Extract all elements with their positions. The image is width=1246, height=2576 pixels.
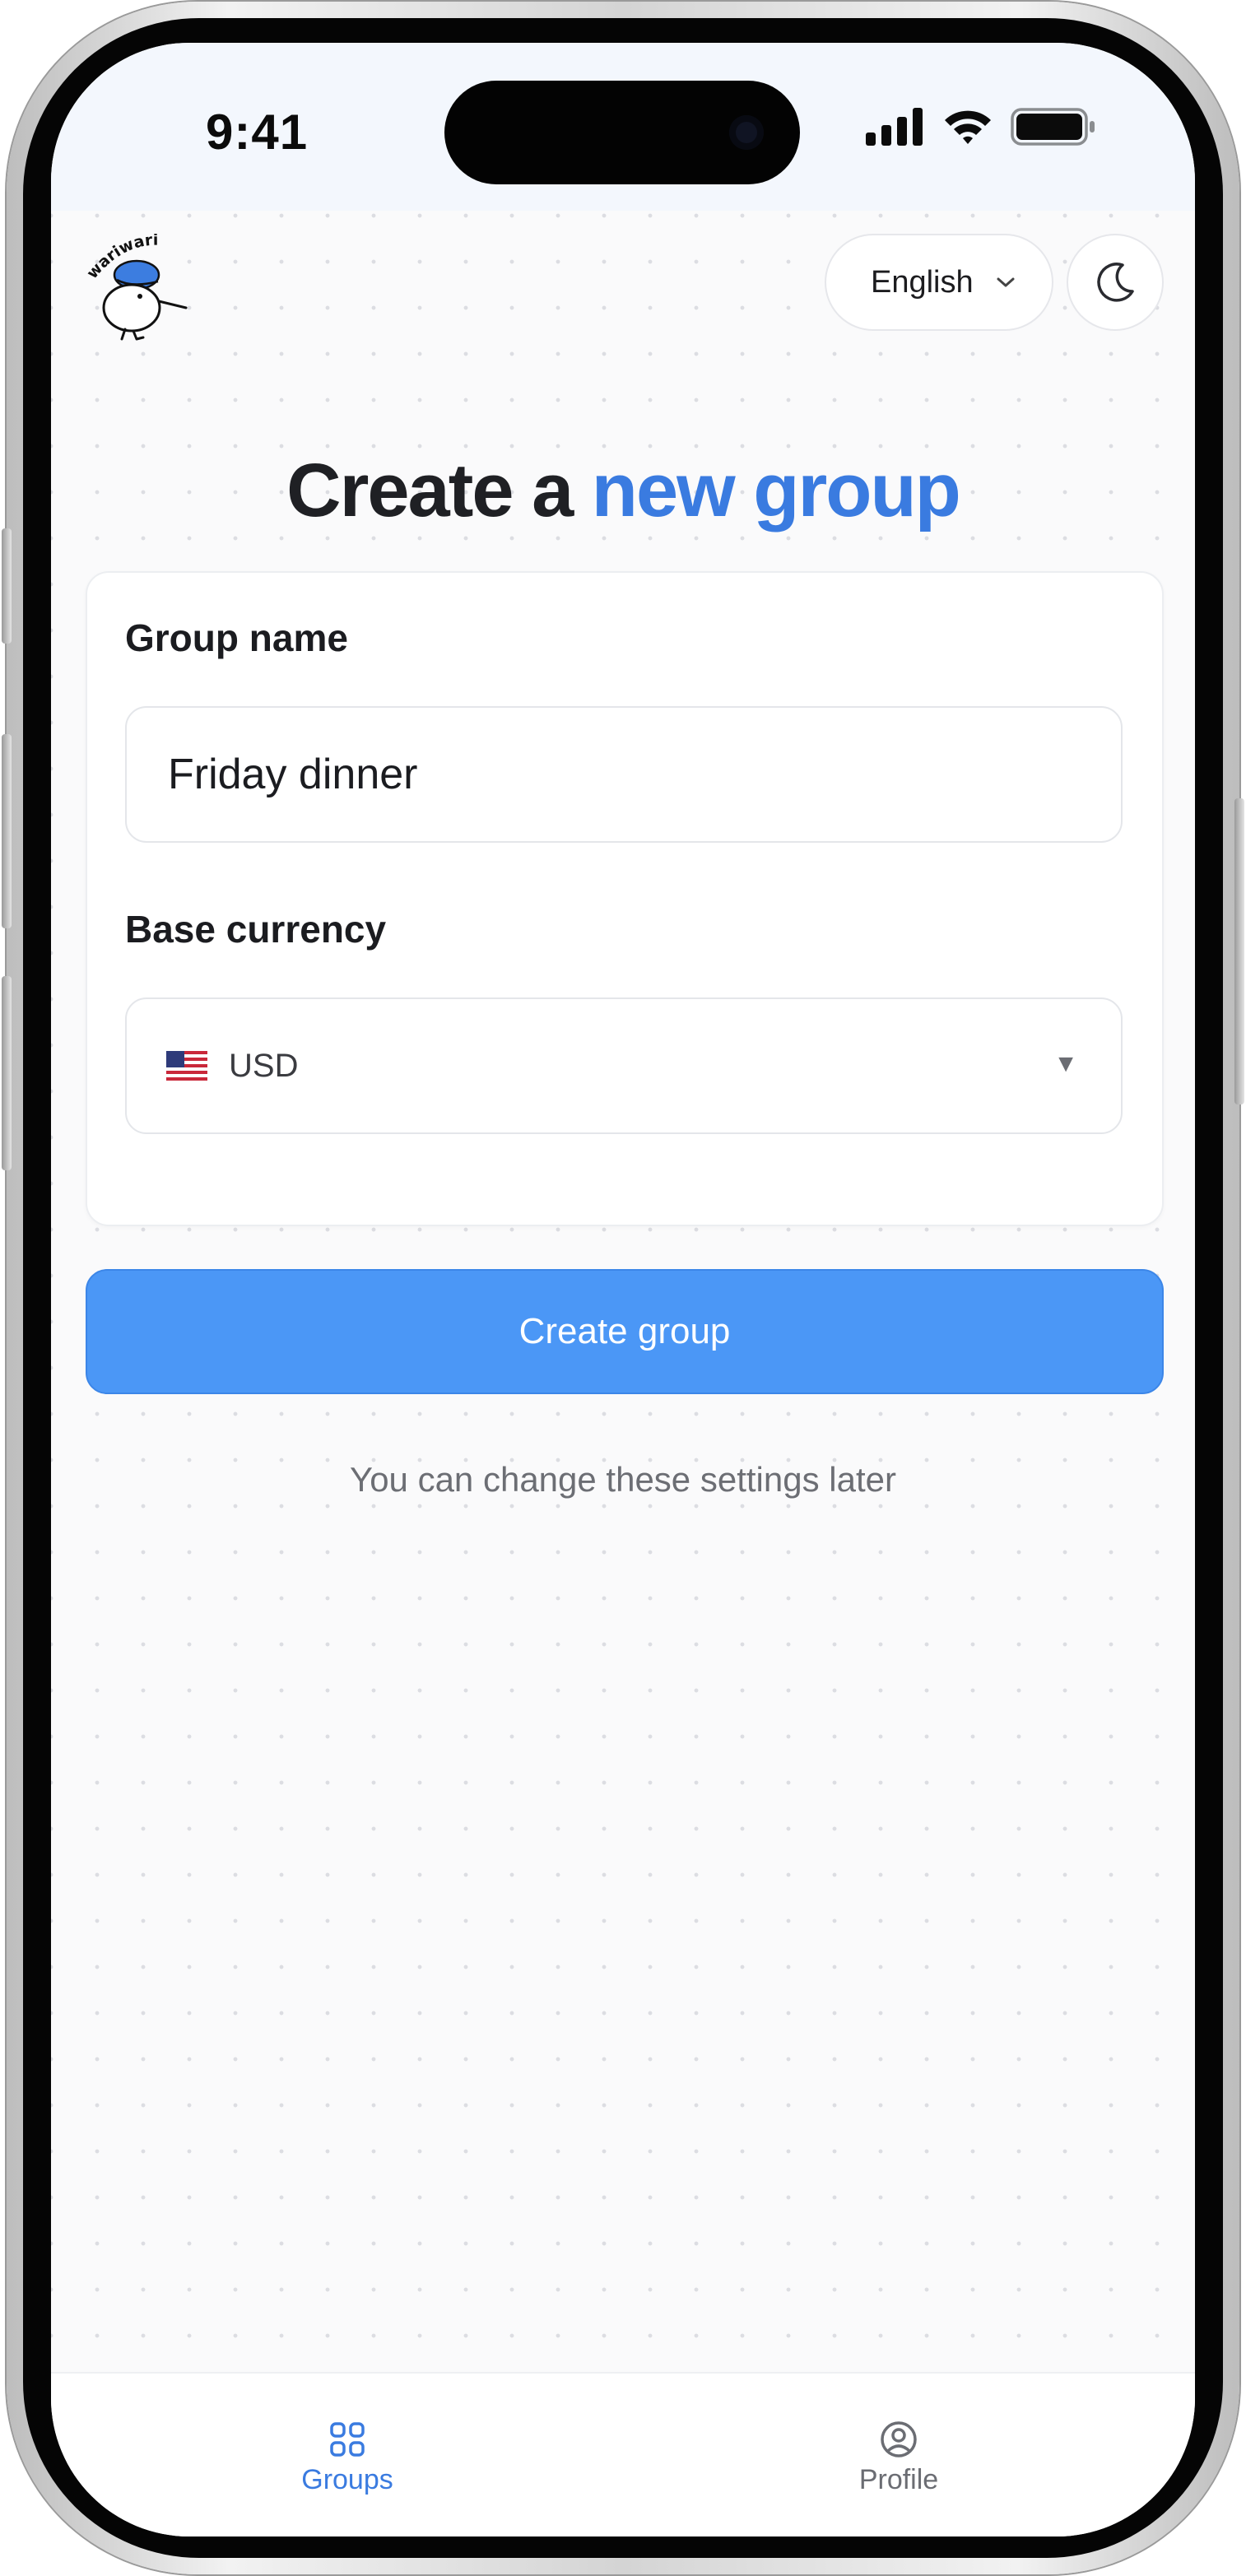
status-time: 9:41 [206,105,309,160]
dynamic-island [444,81,800,184]
app-logo[interactable]: wariwari [82,234,193,344]
us-flag-icon [166,1051,207,1081]
moon-icon [1097,263,1134,302]
wifi-icon [945,110,991,144]
bottom-nav: Groups Profile [51,2372,1195,2536]
language-select[interactable]: English [825,234,1053,331]
settings-hint: You can change these settings later [350,1460,896,1499]
screen: 9:41 wariwari English Create a new group… [51,43,1195,2536]
group-name-field[interactable] [125,706,1123,843]
nav-label-profile: Profile [858,2464,939,2495]
group-name-input[interactable] [166,749,1121,800]
group-name-label: Group name [125,616,348,659]
theme-toggle-button[interactable] [1067,234,1164,331]
nav-item-profile[interactable]: Profile [800,2420,997,2496]
nav-label-groups: Groups [301,2464,393,2495]
battery-icon [1011,108,1095,146]
create-group-form: Group name Base currency USD ▼ [86,571,1164,1226]
currency-value: USD [229,1047,299,1084]
nav-item-groups[interactable]: Groups [249,2420,446,2496]
status-bar: 9:41 [51,43,1195,211]
grid-icon [330,2422,365,2457]
volume-up-button [2,734,12,928]
status-icons [866,107,1096,146]
create-group-button[interactable]: Create group [86,1269,1164,1394]
currency-label: Base currency [125,908,387,951]
volume-down-button [2,976,12,1170]
title-prefix: Create a [286,449,574,532]
user-circle-icon [881,2421,917,2457]
camera-icon [729,115,764,150]
caret-down-icon: ▼ [1053,1050,1078,1077]
power-button [1234,798,1244,1104]
chevron-down-icon [997,277,1015,287]
page-title: Create a new group [51,448,1195,534]
cellular-signal-icon [866,108,923,146]
currency-select[interactable]: USD ▼ [125,997,1123,1134]
title-accent: new group [591,449,961,532]
language-label: English [871,264,974,300]
action-button [2,528,12,644]
